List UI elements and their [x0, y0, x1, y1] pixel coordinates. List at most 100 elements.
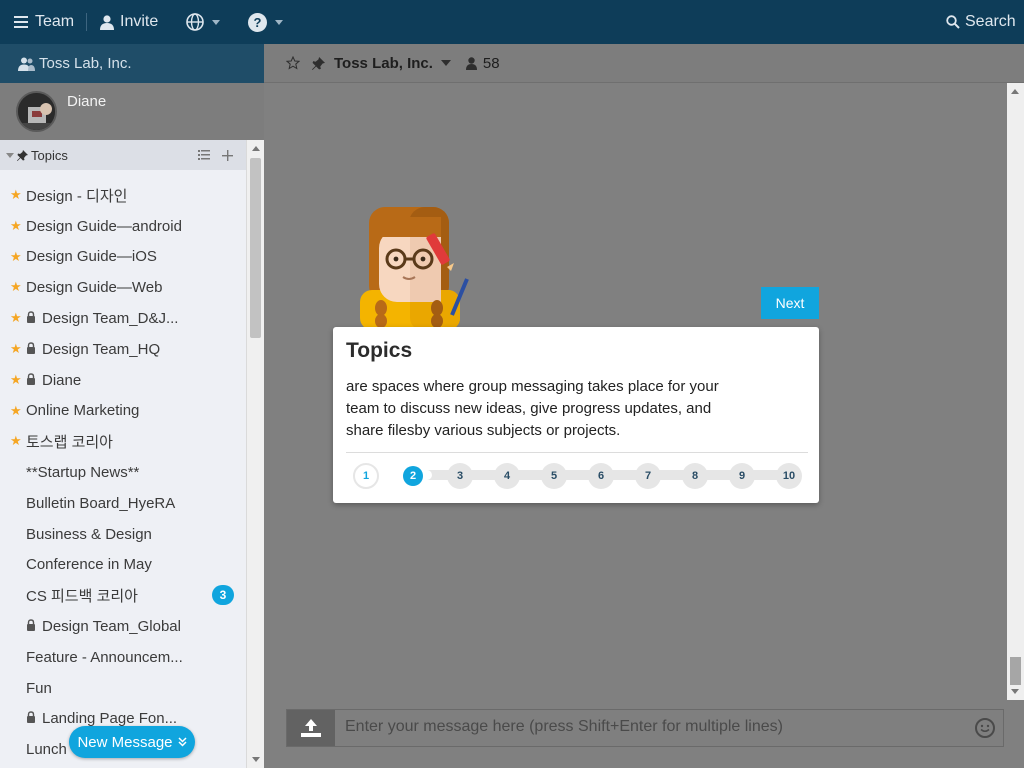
- topic-label: Lunch: [26, 741, 67, 759]
- chevron-down-icon: [212, 19, 220, 25]
- topic-item[interactable]: Design Team_Global: [0, 611, 246, 642]
- lock-icon: [27, 342, 35, 354]
- topic-label: Design Team_D&J...: [42, 310, 179, 328]
- invite-label: Invite: [120, 13, 159, 30]
- star-icon[interactable]: ★: [10, 311, 22, 324]
- tour-next-button[interactable]: Next: [761, 287, 819, 319]
- topic-item[interactable]: **Startup News**: [0, 457, 246, 488]
- svg-text:?: ?: [254, 15, 262, 30]
- divider: [86, 13, 87, 31]
- topic-label: Design Guide—Web: [26, 279, 163, 297]
- step-dot[interactable]: 8: [682, 463, 708, 489]
- tour-card: Topics are spaces where group messaging …: [333, 327, 819, 503]
- topic-item[interactable]: Feature - Announcem...: [0, 642, 246, 673]
- invite-button[interactable]: Invite: [100, 0, 158, 44]
- star-icon[interactable]: ★: [10, 373, 22, 386]
- lock-icon: [27, 311, 35, 324]
- scroll-down-icon[interactable]: [252, 757, 260, 762]
- upload-button[interactable]: [287, 710, 335, 746]
- step-dot[interactable]: 10: [776, 463, 802, 489]
- double-chevron-down-icon: [177, 737, 187, 747]
- main-scrollbar[interactable]: [1007, 83, 1024, 700]
- member-count[interactable]: 58: [483, 55, 500, 72]
- scroll-down-icon[interactable]: [1011, 689, 1019, 694]
- star-icon[interactable]: ★: [10, 188, 22, 201]
- sidebar-scrollbar[interactable]: [246, 140, 264, 768]
- step-dot[interactable]: 6: [588, 463, 614, 489]
- new-message-button[interactable]: New Message: [69, 726, 195, 758]
- topic-item[interactable]: Business & Design: [0, 519, 246, 550]
- topic-item[interactable]: ★ Online Marketing: [0, 396, 246, 427]
- topic-item[interactable]: ★ Design Team_HQ: [0, 334, 246, 365]
- help-icon: ?: [248, 12, 267, 32]
- list-icon[interactable]: [198, 150, 210, 160]
- divider: [346, 452, 808, 453]
- topic-item[interactable]: ★ Design Guide—iOS: [0, 242, 246, 273]
- topic-label: Design Team_HQ: [42, 340, 161, 358]
- step-dot[interactable]: 1: [353, 463, 379, 489]
- topic-item[interactable]: CS 피드백 코리아 3: [0, 580, 246, 611]
- scrollbar-thumb[interactable]: [1010, 657, 1021, 685]
- team-header[interactable]: Toss Lab, Inc.: [0, 44, 264, 83]
- scrollbar-thumb[interactable]: [250, 158, 261, 338]
- search-icon: [946, 15, 960, 29]
- team-menu-label: Team: [35, 13, 75, 30]
- step-dot[interactable]: 3: [447, 463, 473, 489]
- topic-label: **Startup News**: [26, 464, 140, 482]
- search-button[interactable]: Search: [946, 0, 1016, 44]
- pin-icon: [17, 149, 28, 161]
- step-dot[interactable]: 4: [494, 463, 520, 489]
- current-user[interactable]: Diane: [0, 83, 264, 140]
- pin-icon[interactable]: [312, 56, 325, 70]
- topic-label: 토스랩 코리아: [26, 434, 113, 452]
- avatar[interactable]: [16, 91, 57, 132]
- step-dot[interactable]: 9: [729, 463, 755, 489]
- step-dot[interactable]: 7: [635, 463, 661, 489]
- sidebar: Topics ★ Design - 디자인 ★ Design Guide—andro…: [0, 140, 264, 768]
- topic-item[interactable]: ★ Design Guide—Web: [0, 272, 246, 303]
- topic-item[interactable]: Bulletin Board_HyeRA: [0, 488, 246, 519]
- member-icon: [465, 56, 477, 70]
- topic-label: Bulletin Board_HyeRA: [26, 494, 176, 512]
- star-outline-icon[interactable]: [286, 56, 300, 70]
- chevron-down-icon[interactable]: [440, 60, 451, 66]
- star-icon[interactable]: ★: [10, 219, 22, 232]
- step-dot[interactable]: 2: [400, 463, 426, 489]
- star-icon[interactable]: ★: [10, 434, 22, 447]
- search-label: Search: [965, 13, 1016, 30]
- topic-item[interactable]: ★ Design - 디자인: [0, 180, 246, 211]
- lock-icon: [27, 372, 35, 385]
- emoji-icon[interactable]: [975, 718, 995, 738]
- help-menu-button[interactable]: ?: [248, 0, 283, 44]
- team-menu-button[interactable]: Team: [14, 0, 74, 44]
- message-composer: Enter your message here (press Shift+Ent…: [286, 709, 1004, 747]
- star-icon[interactable]: ★: [10, 250, 22, 263]
- topic-item[interactable]: Fun: [0, 673, 246, 704]
- topics-header[interactable]: Topics: [0, 140, 246, 170]
- topic-title[interactable]: Toss Lab, Inc.: [334, 55, 433, 72]
- topic-label: Landing Page Fon...: [42, 710, 178, 728]
- language-menu-button[interactable]: [186, 0, 220, 44]
- star-icon[interactable]: ★: [10, 404, 22, 417]
- scroll-up-icon[interactable]: [1011, 89, 1019, 94]
- topic-item[interactable]: Conference in May: [0, 550, 246, 581]
- topic-item[interactable]: ★ Design Guide—android: [0, 211, 246, 242]
- star-icon[interactable]: ★: [10, 280, 22, 293]
- topic-item[interactable]: ★ Diane: [0, 365, 246, 396]
- caret-down-icon[interactable]: [6, 152, 14, 158]
- upload-icon: [301, 719, 321, 737]
- chevron-down-icon: [275, 19, 283, 25]
- add-topic-icon[interactable]: [222, 150, 233, 161]
- unread-badge: 3: [212, 585, 234, 606]
- topic-item[interactable]: ★ 토스랩 코리아: [0, 426, 246, 457]
- scroll-up-icon[interactable]: [252, 146, 260, 151]
- topic-item[interactable]: ★ Design Team_D&J...: [0, 303, 246, 334]
- topic-label: Conference in May: [26, 556, 152, 574]
- step-dot[interactable]: 5: [541, 463, 567, 489]
- topic-label: Diane: [42, 371, 82, 389]
- star-icon[interactable]: ★: [10, 342, 22, 355]
- hamburger-icon: [14, 16, 28, 28]
- globe-icon: [186, 13, 204, 31]
- topics-header-label: Topics: [31, 147, 68, 163]
- message-input[interactable]: Enter your message here (press Shift+Ent…: [345, 718, 783, 736]
